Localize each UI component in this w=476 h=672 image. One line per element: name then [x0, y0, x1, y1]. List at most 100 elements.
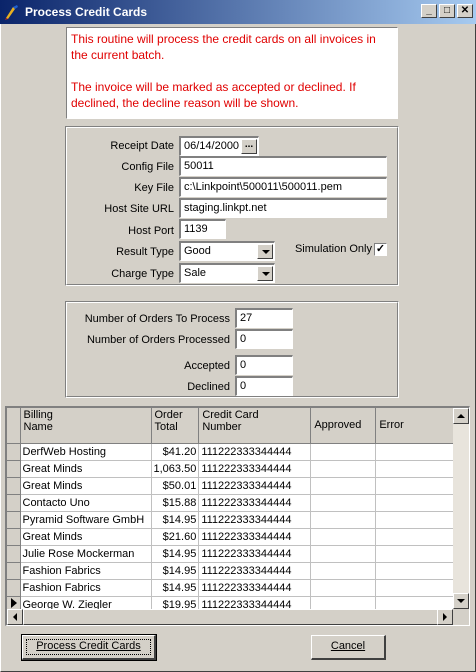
table-row[interactable]: Contacto Uno $15.88 111222333344444: [7, 494, 467, 512]
receipt-date-value: 06/14/2000: [184, 140, 240, 152]
table-row[interactable]: Julie Rose Mockerman $14.95 11122233334444…: [7, 545, 467, 563]
cell-approved[interactable]: [310, 545, 377, 563]
row-indicator[interactable]: [7, 562, 21, 580]
cell-billing-name[interactable]: Julie Rose Mockerman: [20, 545, 152, 563]
cell-card-number[interactable]: 111222333344444: [198, 579, 312, 597]
declined-value: 0: [235, 376, 293, 396]
cell-approved[interactable]: [310, 460, 377, 478]
row-indicator[interactable]: [7, 511, 21, 529]
table-row[interactable]: Great Minds 1,063.50 111222333344444: [7, 460, 467, 478]
close-button[interactable]: ✕: [457, 4, 473, 18]
cell-order-total[interactable]: $50.01: [151, 477, 200, 495]
window-title: Process Credit Cards: [25, 5, 148, 19]
info-panel: This routine will process the credit car…: [66, 27, 398, 119]
scroll-up-icon[interactable]: [453, 408, 469, 424]
cell-card-number[interactable]: 111222333344444: [198, 494, 312, 512]
row-indicator[interactable]: [7, 579, 21, 597]
table-row[interactable]: Fashion Fabrics $14.95 111222333344444: [7, 579, 467, 597]
row-indicator[interactable]: [7, 545, 21, 563]
current-row-pointer-icon: [11, 598, 17, 608]
cell-card-number[interactable]: 111222333344444: [198, 528, 312, 546]
simulation-only-checkbox[interactable]: ✓: [374, 243, 387, 256]
simulation-only-label: Simulation Only: [294, 243, 372, 255]
charge-type-label: Charge Type: [111, 268, 174, 280]
cell-card-number[interactable]: 111222333344444: [198, 562, 312, 580]
orders-processed-value: 0: [235, 329, 293, 349]
cell-order-total[interactable]: $14.95: [151, 562, 200, 580]
column-header-order-total[interactable]: Order Total: [151, 408, 200, 444]
horizontal-scrollbar[interactable]: [7, 609, 453, 625]
charge-type-value: Sale: [184, 267, 207, 279]
cell-billing-name[interactable]: Great Minds: [20, 477, 152, 495]
cell-order-total[interactable]: $41.20: [151, 443, 200, 461]
row-indicator[interactable]: [7, 460, 21, 478]
cell-card-number[interactable]: 111222333344444: [198, 511, 312, 529]
orders-grid[interactable]: Billing Name Order Total Credit Card Number…: [5, 406, 470, 626]
host-url-input[interactable]: staging.linkpt.net: [179, 198, 387, 218]
date-picker-button[interactable]: ...: [241, 139, 257, 154]
cell-approved[interactable]: [310, 511, 377, 529]
vertical-scrollbar[interactable]: [453, 408, 469, 609]
config-file-input[interactable]: 50011: [179, 156, 387, 176]
scroll-down-icon[interactable]: [453, 593, 469, 609]
result-type-value: Good: [184, 245, 211, 257]
cell-billing-name[interactable]: DerfWeb Hosting: [20, 443, 152, 461]
chevron-down-icon[interactable]: [257, 266, 273, 281]
info-text-line1: This routine will process the credit car…: [71, 32, 376, 62]
cell-card-number[interactable]: 111222333344444: [198, 460, 312, 478]
result-type-select[interactable]: Good: [179, 241, 275, 261]
cell-billing-name[interactable]: Great Minds: [20, 460, 152, 478]
cancel-label: Cancel: [330, 640, 366, 652]
key-file-label: Key File: [134, 182, 174, 194]
receipt-date-field[interactable]: 06/14/2000 ...: [179, 136, 259, 156]
scroll-right-icon[interactable]: [437, 609, 453, 625]
column-header-billing-name[interactable]: Billing Name: [20, 408, 152, 444]
cell-order-total[interactable]: $15.88: [151, 494, 200, 512]
cell-billing-name[interactable]: Pyramid Software GmbH: [20, 511, 152, 529]
horizontal-scroll-thumb[interactable]: [23, 609, 447, 625]
cell-order-total[interactable]: $14.95: [151, 579, 200, 597]
result-type-label: Result Type: [116, 246, 174, 258]
cell-order-total[interactable]: 1,063.50: [151, 460, 200, 478]
column-header-credit-card[interactable]: Credit Card Number: [198, 408, 312, 444]
table-row[interactable]: Great Minds $21.60 111222333344444: [7, 528, 467, 546]
minimize-button[interactable]: _: [421, 4, 437, 18]
cell-approved[interactable]: [310, 562, 377, 580]
table-header-row: Billing Name Order Total Credit Card Number…: [7, 408, 467, 444]
process-credit-cards-button[interactable]: Process Credit Cards: [21, 634, 157, 661]
scroll-left-icon[interactable]: [7, 609, 23, 625]
cell-order-total[interactable]: $14.95: [151, 511, 200, 529]
cancel-button[interactable]: Cancel: [311, 635, 386, 660]
cell-approved[interactable]: [310, 579, 377, 597]
cell-card-number[interactable]: 111222333344444: [198, 477, 312, 495]
key-file-input[interactable]: c:\Linkpoint\500011\500011.pem: [179, 177, 387, 197]
charge-type-select[interactable]: Sale: [179, 263, 275, 283]
cell-approved[interactable]: [310, 443, 377, 461]
cell-billing-name[interactable]: Fashion Fabrics: [20, 579, 152, 597]
cell-approved[interactable]: [310, 494, 377, 512]
table-row[interactable]: DerfWeb Hosting $41.20 111222333344444: [7, 443, 467, 461]
table-row[interactable]: Great Minds $50.01 111222333344444: [7, 477, 467, 495]
row-indicator[interactable]: [7, 477, 21, 495]
cell-billing-name[interactable]: Fashion Fabrics: [20, 562, 152, 580]
cell-card-number[interactable]: 111222333344444: [198, 545, 312, 563]
row-indicator[interactable]: [7, 528, 21, 546]
title-bar[interactable]: Process Credit Cards _ □ ✕: [0, 0, 476, 24]
declined-label: Declined: [187, 381, 230, 393]
cell-approved[interactable]: [310, 528, 377, 546]
cell-card-number[interactable]: 111222333344444: [198, 443, 312, 461]
maximize-button[interactable]: □: [439, 4, 455, 18]
table-row[interactable]: Fashion Fabrics $14.95 111222333344444: [7, 562, 467, 580]
cell-billing-name[interactable]: Contacto Uno: [20, 494, 152, 512]
column-header-approved[interactable]: Approved: [310, 408, 377, 444]
receipt-date-label: Receipt Date: [110, 140, 174, 152]
cell-approved[interactable]: [310, 477, 377, 495]
cell-order-total[interactable]: $14.95: [151, 545, 200, 563]
host-port-input[interactable]: 1139: [179, 219, 226, 239]
cell-billing-name[interactable]: Great Minds: [20, 528, 152, 546]
chevron-down-icon[interactable]: [257, 244, 273, 259]
cell-order-total[interactable]: $21.60: [151, 528, 200, 546]
row-indicator[interactable]: [7, 494, 21, 512]
row-indicator[interactable]: [7, 443, 21, 461]
table-row[interactable]: Pyramid Software GmbH $14.95 1112223333444…: [7, 511, 467, 529]
